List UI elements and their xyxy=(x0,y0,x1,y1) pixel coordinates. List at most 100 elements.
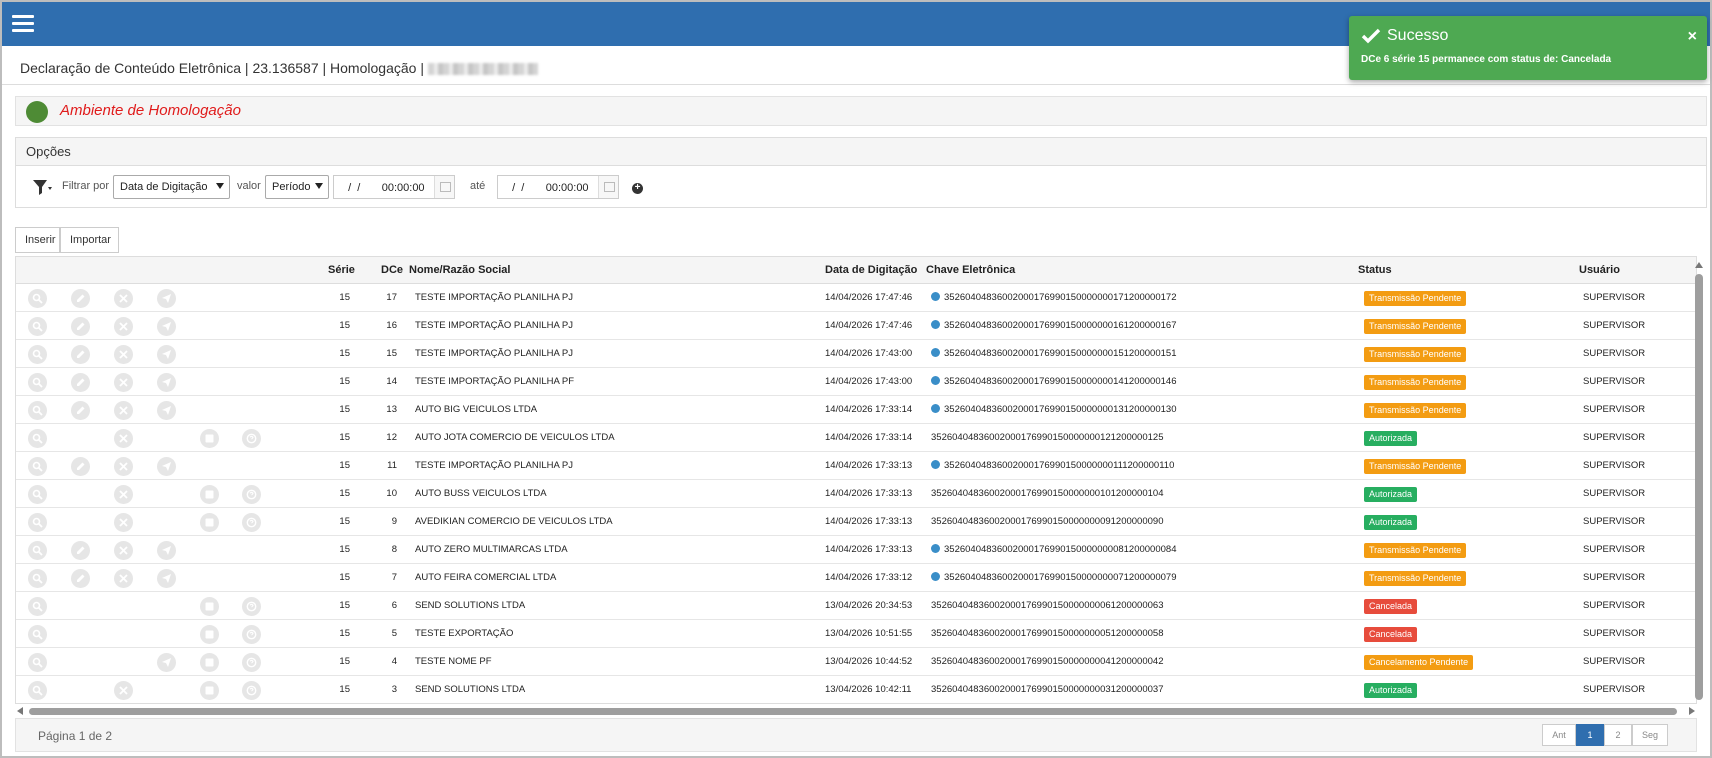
calendar-icon[interactable] xyxy=(434,176,454,198)
print-icon[interactable] xyxy=(200,597,219,616)
help-icon[interactable] xyxy=(242,653,261,672)
table-row[interactable]: 15 13 AUTO BIG VEICULOS LTDA 14/04/2026 17:… xyxy=(16,396,1696,424)
next-page-button[interactable]: Seg xyxy=(1632,724,1668,746)
edit-icon[interactable] xyxy=(71,345,90,364)
table-row[interactable]: 15 17 TESTE IMPORTAÇÃO PLANILHA PJ 14/04/20… xyxy=(16,284,1696,312)
edit-icon[interactable] xyxy=(71,541,90,560)
table-row[interactable]: 15 10 AUTO BUSS VEICULOS LTDA 14/04/2026 17… xyxy=(16,480,1696,508)
table-row[interactable]: 15 7 AUTO FEIRA COMERCIAL LTDA 14/04/2026 1… xyxy=(16,564,1696,592)
search-icon[interactable] xyxy=(28,569,47,588)
page-button-1[interactable]: 1 xyxy=(1576,724,1604,746)
edit-icon[interactable] xyxy=(71,289,90,308)
search-icon[interactable] xyxy=(28,345,47,364)
help-icon[interactable] xyxy=(242,513,261,532)
cancel-icon[interactable] xyxy=(114,457,133,476)
table-row[interactable]: 15 6 SEND SOLUTIONS LTDA 13/04/2026 20:34:5… xyxy=(16,592,1696,620)
search-icon[interactable] xyxy=(28,597,47,616)
table-row[interactable]: 15 11 TESTE IMPORTAÇÃO PLANILHA PJ 14/04/20… xyxy=(16,452,1696,480)
cancel-icon[interactable] xyxy=(114,681,133,700)
print-icon[interactable] xyxy=(200,485,219,504)
edit-icon[interactable] xyxy=(71,317,90,336)
filter-icon[interactable] xyxy=(31,176,53,198)
table-row[interactable]: 15 15 TESTE IMPORTAÇÃO PLANILHA PJ 14/04/20… xyxy=(16,340,1696,368)
scroll-left-icon[interactable] xyxy=(17,707,23,715)
search-icon[interactable] xyxy=(28,429,47,448)
send-icon[interactable] xyxy=(157,541,176,560)
start-date-input[interactable]: / / 00:00:00 xyxy=(333,175,455,199)
scrollbar-thumb[interactable] xyxy=(29,708,1677,715)
edit-icon[interactable] xyxy=(71,569,90,588)
send-icon[interactable] xyxy=(157,345,176,364)
cancel-icon[interactable] xyxy=(114,401,133,420)
search-icon[interactable] xyxy=(28,625,47,644)
search-icon[interactable] xyxy=(28,485,47,504)
filter-mode-select[interactable]: Período xyxy=(265,175,329,199)
print-icon[interactable] xyxy=(200,681,219,700)
scroll-right-icon[interactable] xyxy=(1689,707,1695,715)
edit-icon[interactable] xyxy=(71,373,90,392)
search-icon[interactable] xyxy=(28,401,47,420)
filter-field-select[interactable]: Data de Digitação xyxy=(113,175,230,199)
table-row[interactable]: 15 4 TESTE NOME PF 13/04/2026 10:44:52 35260… xyxy=(16,648,1696,676)
table-row[interactable]: 15 8 AUTO ZERO MULTIMARCAS LTDA 14/04/2026 … xyxy=(16,536,1696,564)
search-icon[interactable] xyxy=(28,317,47,336)
send-icon[interactable] xyxy=(157,373,176,392)
send-icon[interactable] xyxy=(157,653,176,672)
help-icon[interactable] xyxy=(242,597,261,616)
vertical-scrollbar[interactable] xyxy=(1693,260,1705,704)
cancel-icon[interactable] xyxy=(114,345,133,364)
col-dce[interactable]: DCe xyxy=(381,264,403,276)
col-user[interactable]: Usuário xyxy=(1579,264,1620,276)
print-icon[interactable] xyxy=(200,625,219,644)
horizontal-scrollbar[interactable] xyxy=(15,705,1697,717)
cancel-icon[interactable] xyxy=(114,373,133,392)
table-row[interactable]: 15 12 AUTO JOTA COMERCIO DE VEICULOS LTDA 1… xyxy=(16,424,1696,452)
cancel-icon[interactable] xyxy=(114,317,133,336)
page-button-2[interactable]: 2 xyxy=(1604,724,1632,746)
send-icon[interactable] xyxy=(157,569,176,588)
search-icon[interactable] xyxy=(28,373,47,392)
cancel-icon[interactable] xyxy=(114,485,133,504)
edit-icon[interactable] xyxy=(71,401,90,420)
search-icon[interactable] xyxy=(28,653,47,672)
import-button[interactable]: Importar xyxy=(60,227,119,253)
close-icon[interactable]: × xyxy=(1688,28,1697,46)
help-icon[interactable] xyxy=(242,681,261,700)
table-row[interactable]: 15 9 AVEDIKIAN COMERCIO DE VEICULOS LTDA 14… xyxy=(16,508,1696,536)
send-icon[interactable] xyxy=(157,401,176,420)
search-icon[interactable] xyxy=(28,513,47,532)
send-icon[interactable] xyxy=(157,289,176,308)
prev-page-button[interactable]: Ant xyxy=(1542,724,1576,746)
cancel-icon[interactable] xyxy=(114,541,133,560)
send-icon[interactable] xyxy=(157,457,176,476)
print-icon[interactable] xyxy=(200,429,219,448)
send-icon[interactable] xyxy=(157,317,176,336)
print-icon[interactable] xyxy=(200,653,219,672)
col-name[interactable]: Nome/Razão Social xyxy=(409,264,510,276)
search-icon[interactable] xyxy=(28,681,47,700)
table-row[interactable]: 15 5 TESTE EXPORTAÇÃO 13/04/2026 10:51:55 35… xyxy=(16,620,1696,648)
cancel-icon[interactable] xyxy=(114,289,133,308)
add-filter-icon[interactable]: + xyxy=(632,183,643,194)
scroll-up-icon[interactable] xyxy=(1695,262,1703,268)
menu-icon[interactable] xyxy=(12,15,34,33)
print-icon[interactable] xyxy=(200,513,219,532)
scrollbar-thumb[interactable] xyxy=(1695,274,1703,700)
calendar-icon[interactable] xyxy=(598,176,618,198)
end-date-input[interactable]: / / 00:00:00 xyxy=(497,175,619,199)
col-date[interactable]: Data de Digitação xyxy=(825,264,917,276)
search-icon[interactable] xyxy=(28,289,47,308)
col-status[interactable]: Status xyxy=(1358,264,1392,276)
insert-button[interactable]: Inserir xyxy=(15,227,60,253)
table-row[interactable]: 15 14 TESTE IMPORTAÇÃO PLANILHA PF 14/04/20… xyxy=(16,368,1696,396)
cancel-icon[interactable] xyxy=(114,569,133,588)
table-row[interactable]: 15 3 SEND SOLUTIONS LTDA 13/04/2026 10:42:1… xyxy=(16,676,1696,703)
cancel-icon[interactable] xyxy=(114,429,133,448)
help-icon[interactable] xyxy=(242,625,261,644)
edit-icon[interactable] xyxy=(71,457,90,476)
col-key[interactable]: Chave Eletrônica xyxy=(926,264,1015,276)
cancel-icon[interactable] xyxy=(114,513,133,532)
table-row[interactable]: 15 16 TESTE IMPORTAÇÃO PLANILHA PJ 14/04/20… xyxy=(16,312,1696,340)
search-icon[interactable] xyxy=(28,457,47,476)
help-icon[interactable] xyxy=(242,485,261,504)
